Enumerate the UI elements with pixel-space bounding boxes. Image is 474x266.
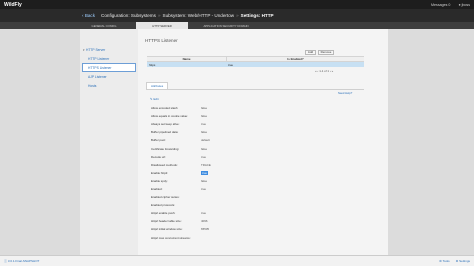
sidebar-item-http-listener[interactable]: HTTP Listener <box>80 54 138 63</box>
tab-divider <box>146 89 364 90</box>
attribute-label: Buffer pool: <box>151 138 166 143</box>
pager-range: 1-1 of 1 <box>319 69 330 73</box>
brand-logo: WildFly <box>4 1 22 8</box>
tab-attributes[interactable]: Attributes <box>146 82 169 89</box>
attribute-label: Enable spdy: <box>151 178 168 183</box>
attribute-value: true <box>201 170 208 175</box>
version-link[interactable]: ⓘ 3.0.1.Final-SNAPSHOT <box>4 259 39 263</box>
remove-button[interactable]: Remove <box>318 50 334 55</box>
column-header-enabled[interactable]: Is Enabled? <box>227 57 364 61</box>
attribute-value: default <box>201 138 210 143</box>
tools-link[interactable]: ⚙ Tools <box>439 259 449 263</box>
attribute-row: Enabled cipher suites: <box>151 193 361 201</box>
attribute-label: Http2 initial window size: <box>151 227 183 232</box>
sidebar-item-hosts[interactable]: Hosts <box>80 81 138 90</box>
attribute-value: true <box>201 154 206 159</box>
sidebar-item-http-server[interactable]: ▾ HTTP Server <box>80 45 138 54</box>
pager-first-icon[interactable]: « <box>315 69 317 73</box>
attribute-row: Buffer pool: default <box>151 136 361 144</box>
attribute-row: Http2 max concurrent streams: <box>151 234 361 242</box>
attribute-row: Allow equals in cookie value: false <box>151 112 361 120</box>
attribute-value: false <box>201 130 208 135</box>
attribute-value: true <box>201 122 206 127</box>
top-bar: WildFly Messages 0 ● jboss <box>0 0 474 9</box>
sidebar-item-ajp-listener[interactable]: AJP Listener <box>80 72 138 81</box>
attribute-row: Buffer pipelined data: false <box>151 128 361 136</box>
content-area: HTTPS Listener Add Remove Name Is Enable… <box>143 29 379 255</box>
attribute-value: false <box>201 146 208 151</box>
attribute-label: Allow encoded slash: <box>151 106 179 111</box>
attribute-row: Http2 initial window size: 65535 <box>151 225 361 233</box>
attribute-value: false <box>201 114 208 119</box>
breadcrumb-separator: » <box>157 13 161 18</box>
attribute-row: Disallowed methods: TRACE <box>151 161 361 169</box>
tab-http-server[interactable]: HTTP SERVER <box>136 22 188 29</box>
tab-bar: GENERAL CONFIG HTTP SERVER APPLICATION S… <box>0 22 474 29</box>
cell-enabled: true <box>228 62 233 67</box>
attribute-label: Allow equals in cookie value: <box>151 114 188 119</box>
attribute-value: 65535 <box>201 227 210 232</box>
attribute-row: Http2 header table size: 4096 <box>151 217 361 225</box>
attribute-label: Http2 max concurrent streams: <box>151 235 191 240</box>
sidebar-item-https-listener[interactable]: HTTPS Listener <box>82 63 136 72</box>
attribute-value: false <box>201 178 208 183</box>
attribute-label: Enable http2: <box>151 170 169 175</box>
attribute-label: Enabled cipher suites: <box>151 195 180 200</box>
attribute-value: 4096 <box>201 219 208 224</box>
add-button[interactable]: Add <box>305 50 316 55</box>
breadcrumb-separator: » <box>236 13 239 18</box>
breadcrumb: ‹ Back Configuration: Subsystems » Subsy… <box>0 9 474 22</box>
attribute-label: Certificate forwarding: <box>151 146 180 151</box>
attribute-list: Allow encoded slash: false Allow equals in… <box>151 104 361 242</box>
attribute-row: Enabled: true <box>151 185 361 193</box>
breadcrumb-subsystem[interactable]: Subsystem: Web/HTTP - Undertow <box>163 13 235 18</box>
attribute-label: Always set keep alive: <box>151 122 180 127</box>
attribute-row: Certificate forwarding: false <box>151 144 361 152</box>
attribute-row: Always set keep alive: true <box>151 120 361 128</box>
attribute-row: Enable http2: true <box>151 169 361 177</box>
tab-general-config[interactable]: GENERAL CONFIG <box>78 22 130 29</box>
attribute-label: Http2 enable push: <box>151 211 176 216</box>
pager-last-icon[interactable]: » <box>332 69 334 73</box>
tab-application-security-domain[interactable]: APPLICATION SECURITY DOMAIN <box>194 22 258 29</box>
main-panel: ▾ HTTP Server HTTP Listener HTTPS Listene… <box>80 29 388 255</box>
breadcrumb-current: Settings: HTTP <box>240 13 274 18</box>
need-help-link[interactable]: Need Help? <box>338 92 352 95</box>
attribute-label: Decode url: <box>151 154 166 159</box>
attribute-value: true <box>201 186 206 191</box>
chevron-down-icon: ▾ <box>83 47 85 52</box>
back-link[interactable]: ‹ Back <box>82 13 95 18</box>
attribute-value: false <box>201 106 208 111</box>
page-title: HTTPS Listener <box>145 38 178 43</box>
attribute-label: Enabled protocols: <box>151 203 175 208</box>
attribute-row: Allow encoded slash: false <box>151 104 361 112</box>
attribute-label: Disallowed methods: <box>151 162 178 167</box>
attribute-label: Buffer pipelined data: <box>151 130 179 135</box>
edit-link[interactable]: ✎ Edit <box>150 97 159 101</box>
settings-link[interactable]: ⚙ Settings <box>456 259 470 263</box>
footer: ⓘ 3.0.1.Final-SNAPSHOT ⚙ Tools ⚙ Setting… <box>0 255 474 266</box>
attribute-value: true <box>201 211 206 216</box>
attribute-row: Decode url: true <box>151 153 361 161</box>
table-row[interactable]: https true <box>147 62 364 67</box>
attribute-label: Http2 header table size: <box>151 219 182 224</box>
column-header-name[interactable]: Name <box>147 57 227 61</box>
pager: « ‹ 1-1 of 1 › » <box>315 69 333 73</box>
pencil-icon: ✎ <box>150 97 153 101</box>
attribute-label: Enabled: <box>151 186 163 191</box>
attribute-row: Http2 enable push: true <box>151 209 361 217</box>
attribute-value: TRACE <box>201 162 211 167</box>
attribute-row: Enabled protocols: <box>151 201 361 209</box>
sidebar: ▾ HTTP Server HTTP Listener HTTPS Listene… <box>80 29 138 255</box>
messages-link[interactable]: Messages 0 <box>431 3 450 7</box>
attribute-row: Enable spdy: false <box>151 177 361 185</box>
user-menu[interactable]: ● jboss <box>458 3 470 7</box>
cell-name: https <box>149 62 156 67</box>
breadcrumb-configuration[interactable]: Configuration: Subsystems <box>101 13 156 18</box>
